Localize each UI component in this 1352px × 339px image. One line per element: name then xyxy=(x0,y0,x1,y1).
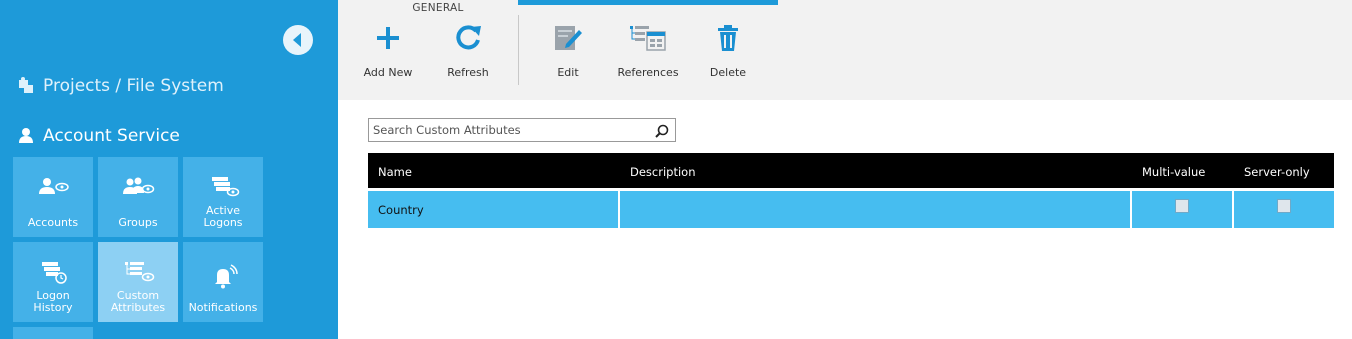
puzzle-icon xyxy=(16,76,36,96)
edit-button[interactable]: Edit xyxy=(528,20,608,90)
windows-eye-icon xyxy=(183,175,263,199)
tile-notifications[interactable]: Notifications xyxy=(183,242,263,322)
table-header: Name Description Multi-value Server-only xyxy=(368,153,1334,188)
multi-value-checkbox[interactable] xyxy=(1175,199,1189,213)
tile-custom-attributes-label-2: Attributes xyxy=(110,301,166,314)
cell-name-text: Country xyxy=(378,203,424,217)
tile-accounts[interactable]: Accounts xyxy=(13,157,93,237)
add-new-button[interactable]: Add New xyxy=(348,20,428,90)
plus-icon xyxy=(348,20,428,56)
tile-accounts-label: Accounts xyxy=(27,216,79,229)
column-header-server-only[interactable]: Server-only xyxy=(1244,165,1310,179)
delete-label: Delete xyxy=(709,66,747,79)
references-label: References xyxy=(617,66,679,79)
references-icon xyxy=(608,20,688,56)
column-header-description[interactable]: Description xyxy=(630,165,696,179)
column-header-name[interactable]: Name xyxy=(378,165,412,179)
sidebar: Projects / File System Account Service A… xyxy=(0,0,338,339)
windows-clock-icon xyxy=(13,260,93,284)
search-icon[interactable] xyxy=(655,123,669,142)
cell-description xyxy=(620,191,1130,228)
tile-logon-history-label-2: History xyxy=(33,301,73,314)
user-icon xyxy=(16,126,36,146)
sidebar-item-projects[interactable]: Projects / File System xyxy=(16,76,224,96)
edit-label: Edit xyxy=(557,66,579,79)
ribbon-group-label: GENERAL xyxy=(412,2,464,14)
tile-active-logons[interactable]: Active Logons xyxy=(183,157,263,237)
refresh-button[interactable]: Refresh xyxy=(428,20,508,90)
ribbon-toolbar: GENERAL Add New Refresh Edit References … xyxy=(338,0,1352,100)
references-button[interactable]: References xyxy=(608,20,688,90)
bell-icon xyxy=(183,264,263,289)
trash-icon xyxy=(688,20,768,56)
tree-eye-icon xyxy=(98,260,178,284)
ribbon-accent-bar xyxy=(518,0,778,5)
edit-icon xyxy=(528,20,608,56)
column-header-multi-value[interactable]: Multi-value xyxy=(1142,165,1205,179)
server-only-checkbox[interactable] xyxy=(1277,199,1291,213)
refresh-icon xyxy=(428,20,508,56)
tile-active-logons-label-2: Logons xyxy=(203,216,243,229)
refresh-label: Refresh xyxy=(447,66,489,79)
delete-button[interactable]: Delete xyxy=(688,20,768,90)
chevron-left-icon xyxy=(293,33,301,47)
tile-logon-history[interactable]: Logon History xyxy=(13,242,93,322)
sidebar-item-account-label: Account Service xyxy=(43,126,180,146)
sidebar-item-projects-label: Projects / File System xyxy=(43,76,224,96)
attributes-table: Name Description Multi-value Server-only… xyxy=(368,153,1334,228)
tile-notifications-label: Notifications xyxy=(188,301,258,314)
ribbon-separator xyxy=(518,15,519,85)
search-input[interactable] xyxy=(373,121,643,139)
user-eye-icon xyxy=(13,175,93,199)
search-box xyxy=(368,118,676,142)
cell-name: Country xyxy=(368,191,618,228)
table-row[interactable]: Country xyxy=(368,191,1334,228)
tile-custom-attributes[interactable]: Custom Attributes xyxy=(98,242,178,322)
tile-groups-label: Groups xyxy=(118,216,158,229)
tile-groups[interactable]: Groups xyxy=(98,157,178,237)
add-new-label: Add New xyxy=(363,66,413,79)
tile-partial[interactable] xyxy=(13,327,93,339)
cell-server-only xyxy=(1234,191,1334,228)
cell-multi-value xyxy=(1132,191,1232,228)
sidebar-item-account-service[interactable]: Account Service xyxy=(16,126,180,146)
group-eye-icon xyxy=(98,175,178,199)
collapse-sidebar-button[interactable] xyxy=(283,25,313,55)
